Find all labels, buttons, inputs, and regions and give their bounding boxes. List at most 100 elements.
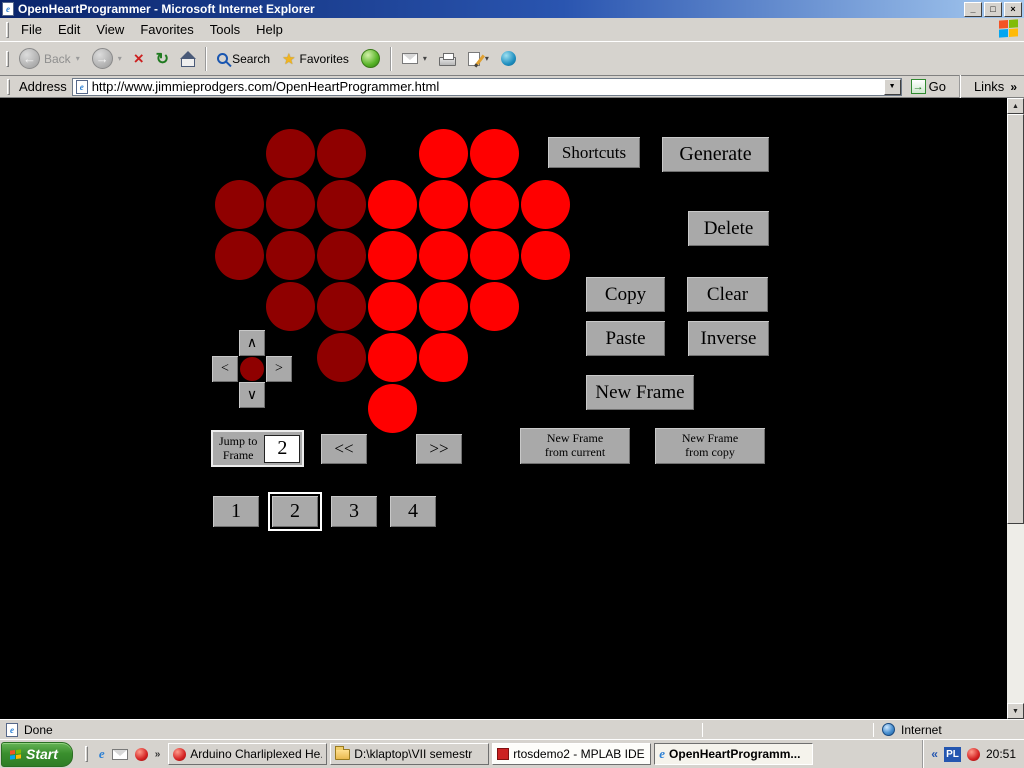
inverse-button[interactable]: Inverse xyxy=(688,321,769,356)
led-2-4[interactable] xyxy=(418,230,468,280)
led-1-3[interactable] xyxy=(367,179,417,229)
tray-collapse-icon[interactable]: « xyxy=(931,747,938,761)
refresh-button[interactable]: ↻ xyxy=(150,44,175,74)
language-indicator[interactable]: PL xyxy=(943,746,961,762)
maximize-button[interactable]: □ xyxy=(984,1,1002,17)
led-0-5[interactable] xyxy=(469,128,519,178)
led-4-2[interactable] xyxy=(316,332,366,382)
forward-button[interactable]: → ▾ xyxy=(86,44,128,74)
led-0-1[interactable] xyxy=(265,128,315,178)
paste-button[interactable]: Paste xyxy=(586,321,665,356)
home-button[interactable] xyxy=(175,44,201,74)
mail-quicklaunch-icon[interactable] xyxy=(111,748,128,760)
menu-favorites[interactable]: Favorites xyxy=(132,19,201,40)
menu-view[interactable]: View xyxy=(88,19,132,40)
delete-button[interactable]: Delete xyxy=(688,211,769,246)
address-dropdown-button[interactable]: ▼ xyxy=(883,78,901,95)
frame-button-1[interactable]: 1 xyxy=(213,496,259,527)
favorites-button[interactable]: ★ Favorites xyxy=(276,44,355,74)
cursor-left-button[interactable]: < xyxy=(212,356,238,382)
led-4-3[interactable] xyxy=(367,332,417,382)
menu-help[interactable]: Help xyxy=(248,19,291,40)
back-dropdown-icon: ▾ xyxy=(75,54,80,63)
led-1-0[interactable] xyxy=(214,179,264,229)
led-1-1[interactable] xyxy=(265,179,315,229)
task-button-arduino[interactable]: Arduino Charliplexed He... xyxy=(168,743,328,765)
back-button[interactable]: ← Back ▾ xyxy=(13,44,86,74)
messenger-button[interactable] xyxy=(495,44,522,74)
titlebar: e OpenHeartProgrammer - Microsoft Intern… xyxy=(0,0,1024,18)
internet-explorer-icon[interactable]: e xyxy=(99,746,105,762)
frame-button-3[interactable]: 3 xyxy=(331,496,377,527)
led-3-1[interactable] xyxy=(265,281,315,331)
vertical-scrollbar[interactable]: ▲ ▼ xyxy=(1007,98,1024,719)
new-frame-from-copy-button[interactable]: New Frame from copy xyxy=(655,428,765,464)
minimize-button[interactable]: _ xyxy=(964,1,982,17)
shortcuts-button[interactable]: Shortcuts xyxy=(548,137,640,168)
led-1-2[interactable] xyxy=(316,179,366,229)
task-button-explorer-folder[interactable]: D:\klaptop\VII semestr xyxy=(330,743,490,765)
red-app-icon[interactable] xyxy=(134,747,148,761)
quick-launch-overflow-icon[interactable]: » xyxy=(155,749,161,760)
scroll-down-button[interactable]: ▼ xyxy=(1007,703,1024,719)
address-input[interactable]: http://www.jimmieprodgers.com/OpenHeartP… xyxy=(92,79,880,94)
led-2-2[interactable] xyxy=(316,230,366,280)
led-3-5[interactable] xyxy=(469,281,519,331)
scroll-thumb[interactable] xyxy=(1007,114,1024,524)
edit-button[interactable]: ▾ xyxy=(462,44,495,74)
toolbar-grip[interactable] xyxy=(7,78,10,95)
toolbar-grip[interactable] xyxy=(6,50,9,67)
clear-button[interactable]: Clear xyxy=(687,277,768,312)
led-2-5[interactable] xyxy=(469,230,519,280)
task-buttons: Arduino Charliplexed He... D:\klaptop\VI… xyxy=(168,743,814,765)
led-2-6[interactable] xyxy=(520,230,570,280)
address-bar: Address e http://www.jimmieprodgers.com/… xyxy=(0,74,1024,99)
task-button-openheart[interactable]: e OpenHeartProgramm... xyxy=(654,743,814,765)
led-2-3[interactable] xyxy=(367,230,417,280)
led-3-3[interactable] xyxy=(367,281,417,331)
led-1-4[interactable] xyxy=(418,179,468,229)
close-button[interactable]: × xyxy=(1004,1,1022,17)
frame-button-2[interactable]: 2 xyxy=(268,492,322,531)
history-button[interactable] xyxy=(355,44,386,74)
links-chevron-icon: » xyxy=(1010,79,1017,94)
new-frame-button[interactable]: New Frame xyxy=(586,375,694,410)
next-frame-button[interactable]: >> xyxy=(416,434,462,464)
task-button-mplab[interactable]: rtosdemo2 - MPLAB IDE ... xyxy=(492,743,652,765)
led-4-4[interactable] xyxy=(418,332,468,382)
address-combo[interactable]: e http://www.jimmieprodgers.com/OpenHear… xyxy=(71,77,902,96)
print-button[interactable] xyxy=(433,44,462,74)
led-3-4[interactable] xyxy=(418,281,468,331)
copy-button[interactable]: Copy xyxy=(586,277,665,312)
cursor-up-button[interactable]: ∧ xyxy=(239,330,265,356)
led-0-2[interactable] xyxy=(316,128,366,178)
led-3-2[interactable] xyxy=(316,281,366,331)
stop-button[interactable]: × xyxy=(128,44,150,74)
mail-button[interactable]: ▾ xyxy=(396,44,433,74)
jump-to-frame-input[interactable]: 2 xyxy=(264,434,301,463)
scroll-up-button[interactable]: ▲ xyxy=(1007,98,1024,114)
cursor-down-button[interactable]: ∨ xyxy=(239,382,265,408)
new-frame-from-current-button[interactable]: New Frame from current xyxy=(520,428,630,464)
led-1-6[interactable] xyxy=(520,179,570,229)
led-1-5[interactable] xyxy=(469,179,519,229)
toolbar-grip[interactable] xyxy=(84,746,88,762)
cursor-led[interactable] xyxy=(240,357,264,381)
go-button[interactable]: → Go xyxy=(907,77,950,97)
start-button[interactable]: Start xyxy=(1,741,73,767)
cursor-right-button[interactable]: > xyxy=(266,356,292,382)
led-5-3[interactable] xyxy=(367,383,417,433)
menu-edit[interactable]: Edit xyxy=(50,19,88,40)
search-button[interactable]: Search xyxy=(211,44,276,74)
tray-app-icon[interactable] xyxy=(966,747,980,761)
menu-tools[interactable]: Tools xyxy=(202,19,248,40)
prev-frame-button[interactable]: << xyxy=(321,434,367,464)
frame-button-4[interactable]: 4 xyxy=(390,496,436,527)
menu-file[interactable]: File xyxy=(13,19,50,40)
led-2-1[interactable] xyxy=(265,230,315,280)
generate-button[interactable]: Generate xyxy=(662,137,769,172)
links-bar[interactable]: Links » xyxy=(970,79,1021,94)
toolbar-grip[interactable] xyxy=(6,21,9,38)
led-2-0[interactable] xyxy=(214,230,264,280)
led-0-4[interactable] xyxy=(418,128,468,178)
